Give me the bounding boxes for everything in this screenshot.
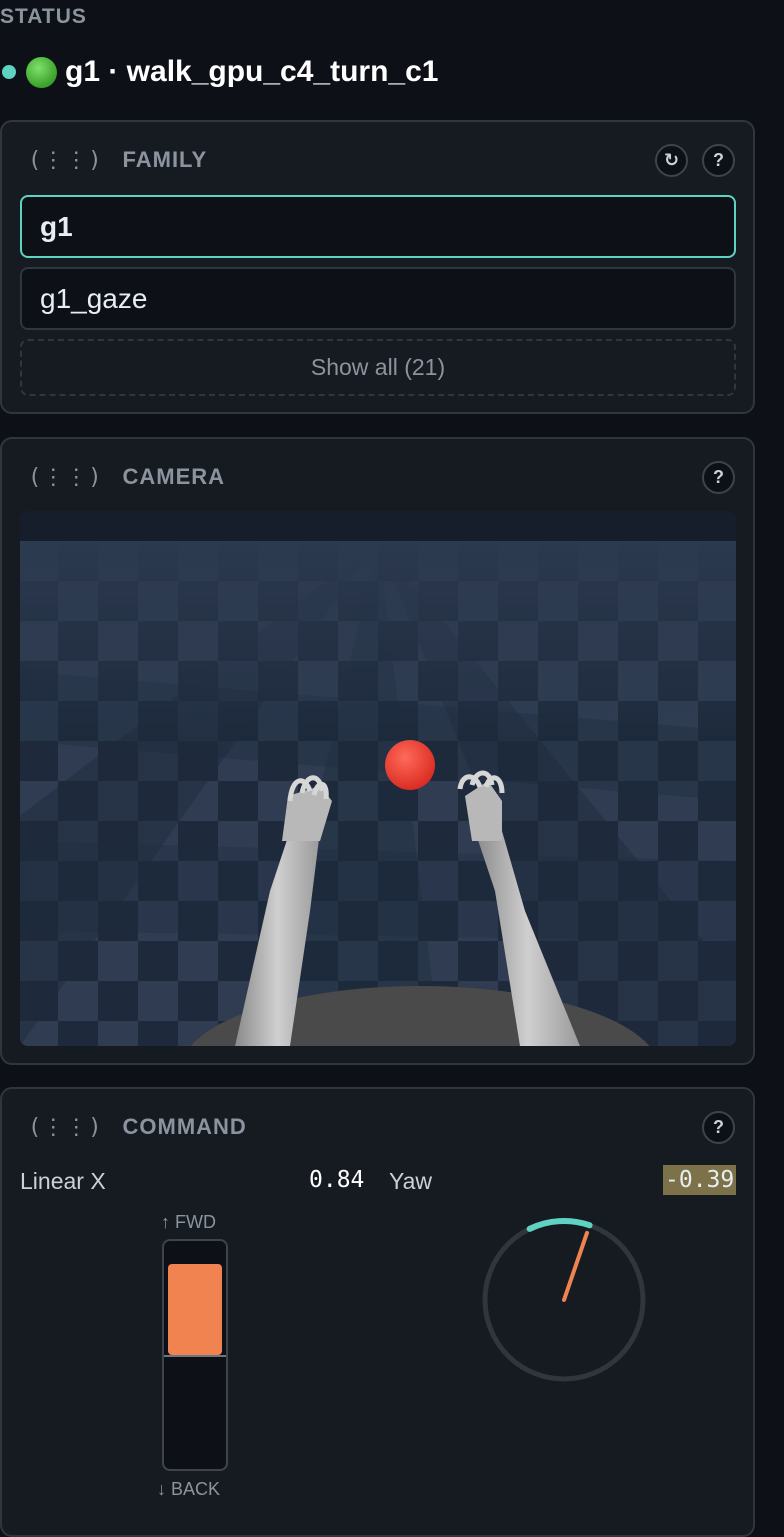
command-panel-header: (⋮⋮) COMMAND ? xyxy=(28,1110,735,1144)
show-all-button[interactable]: Show all (21) xyxy=(20,339,736,396)
drag-handle-icon[interactable]: (⋮⋮) xyxy=(28,148,103,173)
yaw-arc xyxy=(526,1218,593,1232)
command-help-button[interactable]: ? xyxy=(702,1110,735,1144)
family-panel-title: FAMILY xyxy=(122,147,208,172)
connection-dot-icon xyxy=(2,65,16,79)
family-panel: (⋮⋮) FAMILY ↻ ? g1 g1_gaze Show all (21) xyxy=(0,120,755,414)
linear-x-value: 0.84 xyxy=(309,1167,365,1193)
camera-view[interactable] xyxy=(20,511,736,1046)
forward-label: ↑ FWD xyxy=(161,1212,216,1232)
refresh-button[interactable]: ↻ xyxy=(655,143,688,177)
camera-panel-header: (⋮⋮) CAMERA ? xyxy=(28,460,735,494)
yaw-label: Yaw xyxy=(389,1168,433,1194)
family-help-button[interactable]: ? xyxy=(702,143,735,177)
refresh-icon: ↻ xyxy=(663,149,680,170)
help-icon: ? xyxy=(713,1116,724,1137)
camera-render xyxy=(20,511,736,1046)
help-icon: ? xyxy=(713,466,724,487)
status-text: g1 · walk_gpu_c4_turn_c1 xyxy=(65,55,439,88)
family-panel-header: (⋮⋮) FAMILY ↻ ? xyxy=(28,143,735,177)
yaw-dial[interactable] xyxy=(479,1215,649,1385)
family-item-g1[interactable]: g1 xyxy=(20,195,736,258)
command-panel-title: COMMAND xyxy=(122,1114,247,1139)
camera-help-button[interactable]: ? xyxy=(702,460,735,494)
help-icon: ? xyxy=(713,149,724,170)
command-panel: (⋮⋮) COMMAND ? Linear X 0.84 Yaw -0.39 ↑… xyxy=(0,1087,755,1537)
status-line: g1 · walk_gpu_c4_turn_c1 xyxy=(0,52,438,92)
green-circle-icon xyxy=(26,56,57,88)
linear-x-slider-fill xyxy=(168,1264,222,1355)
back-label: ↓ BACK xyxy=(157,1479,221,1499)
linear-x-label: Linear X xyxy=(20,1168,106,1194)
yaw-value: -0.39 xyxy=(663,1165,737,1195)
family-item-label: g1_gaze xyxy=(40,282,148,314)
show-all-label: Show all (21) xyxy=(310,354,446,380)
status-title: STATUS xyxy=(0,5,87,28)
slider-zero-line xyxy=(164,1355,226,1357)
yaw-needle xyxy=(562,1230,590,1302)
drag-handle-icon[interactable]: (⋮⋮) xyxy=(28,1115,103,1140)
drag-handle-icon[interactable]: (⋮⋮) xyxy=(28,465,103,490)
family-item-g1-gaze[interactable]: g1_gaze xyxy=(20,267,736,330)
linear-x-slider[interactable] xyxy=(162,1239,228,1471)
camera-panel: (⋮⋮) CAMERA ? xyxy=(0,437,755,1065)
camera-panel-title: CAMERA xyxy=(122,464,226,489)
family-item-label: g1 xyxy=(40,210,73,242)
